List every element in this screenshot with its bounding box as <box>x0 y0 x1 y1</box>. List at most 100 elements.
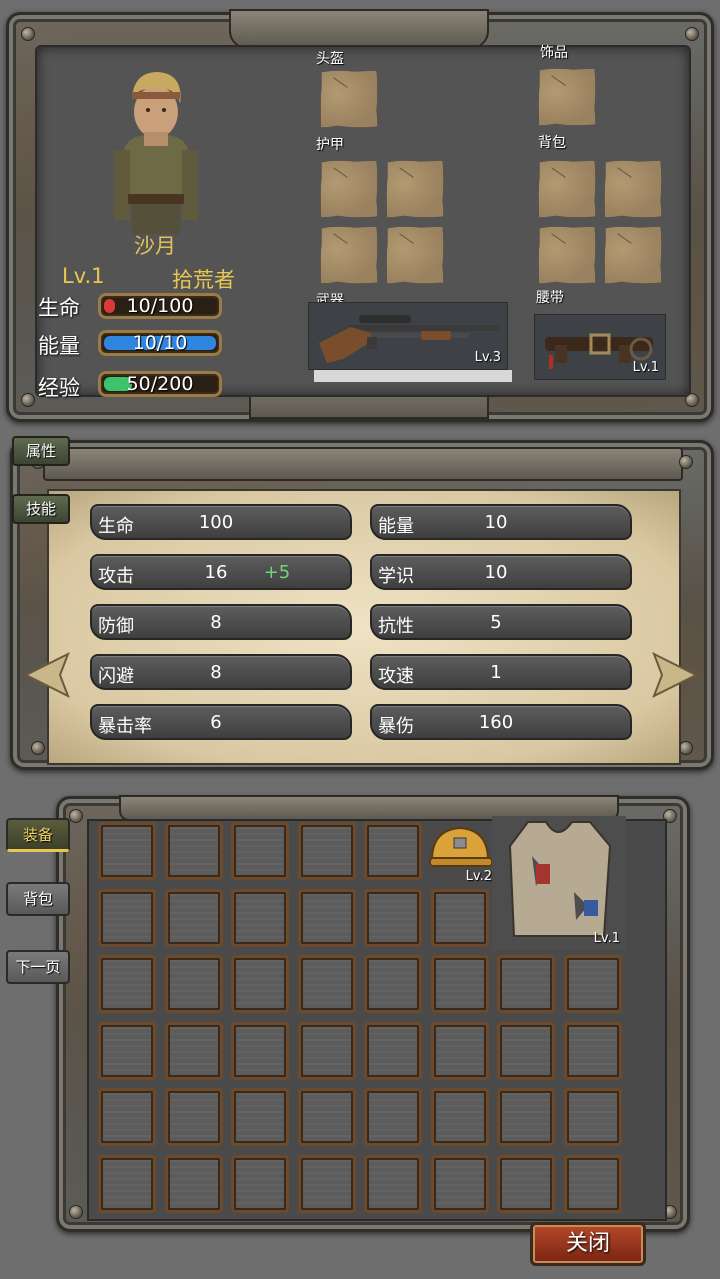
accessory-slot-label: 饰品 <box>540 45 568 61</box>
close-button[interactable]: 关闭 <box>530 1222 646 1266</box>
bolt-icon <box>31 741 45 755</box>
inventory-slot[interactable] <box>364 1155 422 1213</box>
attr-name: 抗性 <box>378 616 414 637</box>
backpack-slot[interactable] <box>538 160 596 218</box>
inventory-slot[interactable] <box>98 955 156 1013</box>
character-portrait <box>114 72 198 234</box>
inventory-slot[interactable] <box>298 1022 356 1080</box>
attr-name: 闪避 <box>98 666 134 687</box>
attr-row-energy: 能量 10 <box>370 504 632 540</box>
tab-equipment[interactable]: 装备 <box>6 818 70 852</box>
inventory-slot[interactable] <box>564 1155 622 1213</box>
inventory-slot[interactable] <box>231 1088 289 1146</box>
tab-backpack[interactable]: 背包 <box>6 882 70 916</box>
bolt-icon <box>679 741 693 755</box>
armor-slot[interactable] <box>386 160 444 218</box>
accessory-slot[interactable] <box>538 68 596 126</box>
inventory-slot[interactable] <box>231 1022 289 1080</box>
backpack-slot[interactable] <box>604 226 662 284</box>
attr-value: 8 <box>210 612 222 633</box>
attr-row-knowledge: 学识 10 <box>370 554 632 590</box>
attr-name: 防御 <box>98 616 134 637</box>
inventory-slot[interactable] <box>98 889 156 947</box>
attr-value: 160 <box>478 712 514 733</box>
inventory-slot[interactable] <box>298 1155 356 1213</box>
inventory-slot[interactable] <box>98 1155 156 1213</box>
armor-slot[interactable] <box>320 160 378 218</box>
inventory-slot[interactable] <box>497 1088 555 1146</box>
inventory-slot[interactable] <box>364 889 422 947</box>
bolt-icon <box>69 1205 83 1219</box>
arrow-right-icon[interactable] <box>652 652 700 698</box>
attr-top-plate <box>43 447 683 481</box>
inventory-slot[interactable] <box>98 1088 156 1146</box>
attr-name: 攻击 <box>98 566 134 587</box>
inventory-slot[interactable] <box>98 822 156 880</box>
helmet-slot[interactable] <box>320 70 378 128</box>
inventory-slot[interactable] <box>298 889 356 947</box>
attr-value: 5 <box>490 612 502 633</box>
equipped-weapon[interactable]: Lv.3 <box>308 302 508 370</box>
inventory-slot[interactable] <box>298 955 356 1013</box>
belt-level: Lv.1 <box>632 360 659 375</box>
inventory-slot[interactable] <box>564 1088 622 1146</box>
inventory-slot[interactable] <box>431 955 489 1013</box>
inventory-slot[interactable] <box>165 1155 223 1213</box>
inventory-slot[interactable] <box>364 822 422 880</box>
inventory-slot[interactable] <box>165 1022 223 1080</box>
inventory-slot[interactable] <box>431 1155 489 1213</box>
inventory-slot[interactable] <box>564 955 622 1013</box>
inventory-slot[interactable] <box>231 955 289 1013</box>
hp-bar: 10/100 <box>98 293 222 319</box>
inventory-slot[interactable] <box>231 1155 289 1213</box>
inventory-slot[interactable] <box>165 889 223 947</box>
tab-attributes[interactable]: 属性 <box>12 436 70 466</box>
inventory-slot[interactable] <box>564 1022 622 1080</box>
inventory-slot[interactable] <box>497 1022 555 1080</box>
inventory-slot[interactable] <box>497 955 555 1013</box>
inventory-slot[interactable] <box>497 1155 555 1213</box>
weapon-frame-strip <box>314 370 512 382</box>
bolt-icon <box>21 393 35 407</box>
inventory-slot[interactable] <box>431 889 489 947</box>
equipped-belt[interactable]: Lv.1 <box>534 314 666 380</box>
next-page-button[interactable]: 下一页 <box>6 950 70 984</box>
attr-row-resistance: 抗性 5 <box>370 604 632 640</box>
attr-value: 6 <box>210 712 222 733</box>
exp-bar-text: 50/200 <box>126 373 194 395</box>
character-name: 沙月 <box>134 234 176 258</box>
inventory-slot[interactable] <box>364 1022 422 1080</box>
hp-bar-text: 10/100 <box>126 295 194 317</box>
vest-item-level: Lv.1 <box>593 931 620 946</box>
inventory-slot[interactable] <box>231 822 289 880</box>
inventory-slot[interactable] <box>431 1022 489 1080</box>
inventory-item-helmet[interactable]: Lv.2 <box>426 816 496 886</box>
backpack-slot-label: 背包 <box>538 135 566 151</box>
attr-value: 10 <box>484 562 508 583</box>
inventory-slot[interactable] <box>165 822 223 880</box>
arrow-left-icon[interactable] <box>22 652 70 698</box>
attr-row-attack-speed: 攻速 1 <box>370 654 632 690</box>
bolt-icon <box>21 27 35 41</box>
tab-skills[interactable]: 技能 <box>12 494 70 524</box>
backpack-slot[interactable] <box>604 160 662 218</box>
attr-value: 100 <box>198 512 234 533</box>
inventory-item-vest[interactable]: Lv.1 <box>492 816 626 950</box>
armor-slot[interactable] <box>386 226 444 284</box>
inventory-slot[interactable] <box>364 1088 422 1146</box>
inventory-slot[interactable] <box>165 955 223 1013</box>
inventory-slot[interactable] <box>364 955 422 1013</box>
inventory-slot[interactable] <box>165 1088 223 1146</box>
energy-bar-text: 10/10 <box>132 332 188 354</box>
armor-slot[interactable] <box>320 226 378 284</box>
inventory-slot[interactable] <box>298 822 356 880</box>
helmet-slot-label: 头盔 <box>316 51 344 67</box>
attr-value: 8 <box>210 662 222 683</box>
backpack-slot[interactable] <box>538 226 596 284</box>
inventory-slot[interactable] <box>431 1088 489 1146</box>
inventory-slot[interactable] <box>298 1088 356 1146</box>
inventory-slot[interactable] <box>98 1022 156 1080</box>
exp-bar: 50/200 <box>98 371 222 397</box>
inventory-slot[interactable] <box>231 889 289 947</box>
hp-label: 生命 <box>38 296 80 320</box>
